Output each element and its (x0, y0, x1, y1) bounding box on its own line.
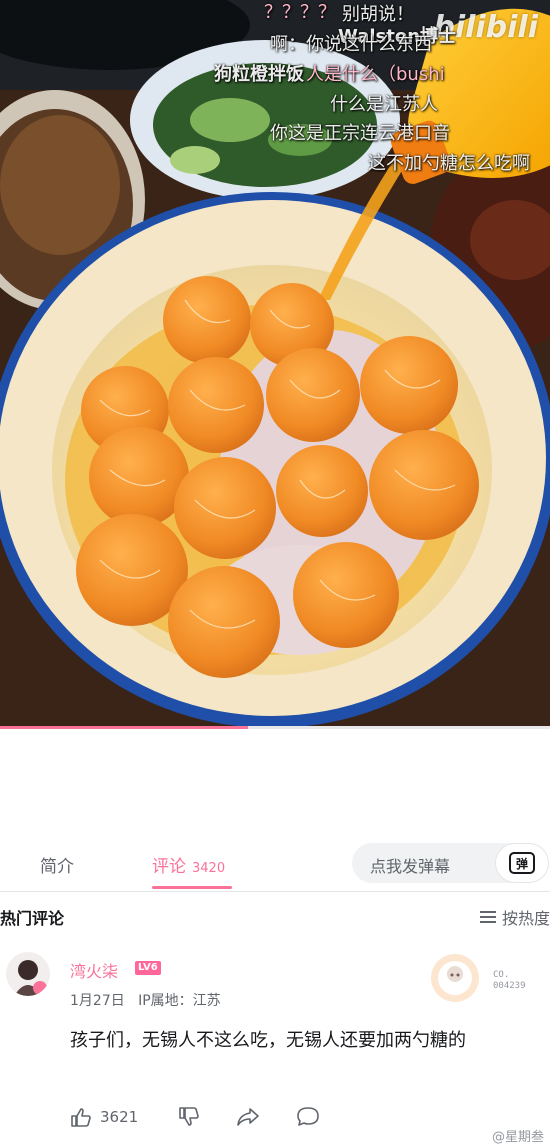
thumbs-up-icon (71, 1108, 91, 1127)
danmaku-comment: ？？？？ (264, 2, 336, 23)
video-frame-image (0, 0, 550, 726)
video-player[interactable]: bilibili 别胡说！ Walston博士 ？？？？ 啊：你说这什么东西 狗… (0, 0, 550, 726)
danmaku-toggle-button[interactable]: 弹 (495, 843, 549, 883)
comment-meta: 1月27日 IP属地：江苏 (70, 990, 221, 1010)
comment-item: 湾火柒 LV6 1月27日 IP属地：江苏 CO. 004239 孩子们，无锡人不… (0, 946, 550, 1146)
avatar[interactable] (6, 952, 50, 996)
comment-text: 孩子们，无锡人不这么吃，无锡人还要加两勺糖的 (70, 1030, 466, 1051)
sort-icon (479, 911, 496, 923)
active-tab-indicator (152, 886, 232, 889)
reply-button[interactable] (296, 1106, 320, 1128)
comments-header: 热门评论 按热度 (0, 905, 550, 931)
comment-location: IP属地：江苏 (138, 993, 221, 1009)
danmaku-toggle-icon: 弹 (509, 852, 535, 874)
sort-label: 按热度 (501, 909, 550, 928)
comment-actions: 3621 (70, 1102, 320, 1132)
danmaku-input-placeholder: 点我发弹幕 (370, 857, 451, 876)
fan-badge-avatar-icon (431, 954, 479, 1002)
like-count: 3621 (100, 1108, 139, 1126)
comments-count: 3420 (192, 861, 226, 876)
fan-badge: CO. 004239 (425, 950, 545, 1006)
hot-comments-title: 热门评论 (0, 909, 65, 928)
share-icon (237, 1108, 259, 1126)
fan-badge-number: CO. 004239 (493, 970, 526, 991)
thumbs-down-icon (179, 1107, 199, 1126)
danmaku-comment: 你这是正宗连云港口音 (270, 123, 450, 144)
share-button[interactable] (236, 1106, 260, 1128)
like-button[interactable]: 3621 (70, 1106, 178, 1128)
source-watermark: @星期叁 (491, 1130, 544, 1145)
comment-username[interactable]: 湾火柒 (70, 958, 118, 982)
dislike-button[interactable] (178, 1106, 200, 1128)
danmaku-comment: 狗粒橙拌饭 (214, 64, 304, 85)
avatar-image (6, 952, 50, 996)
tab-intro[interactable]: 简介 (40, 852, 74, 877)
tab-comments[interactable]: 评论 3420 (152, 852, 225, 877)
tab-comments-label: 评论 (152, 857, 186, 877)
comment-bubble-icon (297, 1107, 319, 1126)
sort-button[interactable]: 按热度 (479, 905, 550, 929)
danmaku-comment: 人是什么（bushi (306, 64, 445, 85)
danmaku-comment: 这不加勺糖怎么吃啊 (368, 153, 530, 174)
video-progress-fill (0, 726, 248, 729)
level-badge: LV6 (135, 961, 161, 975)
danmaku-comment: 啊：你说这什么东西 (270, 34, 432, 55)
video-progress-bar[interactable] (0, 726, 550, 729)
comment-date: 1月27日 (70, 993, 125, 1009)
danmaku-comment: 什么是江苏人 (330, 94, 438, 115)
